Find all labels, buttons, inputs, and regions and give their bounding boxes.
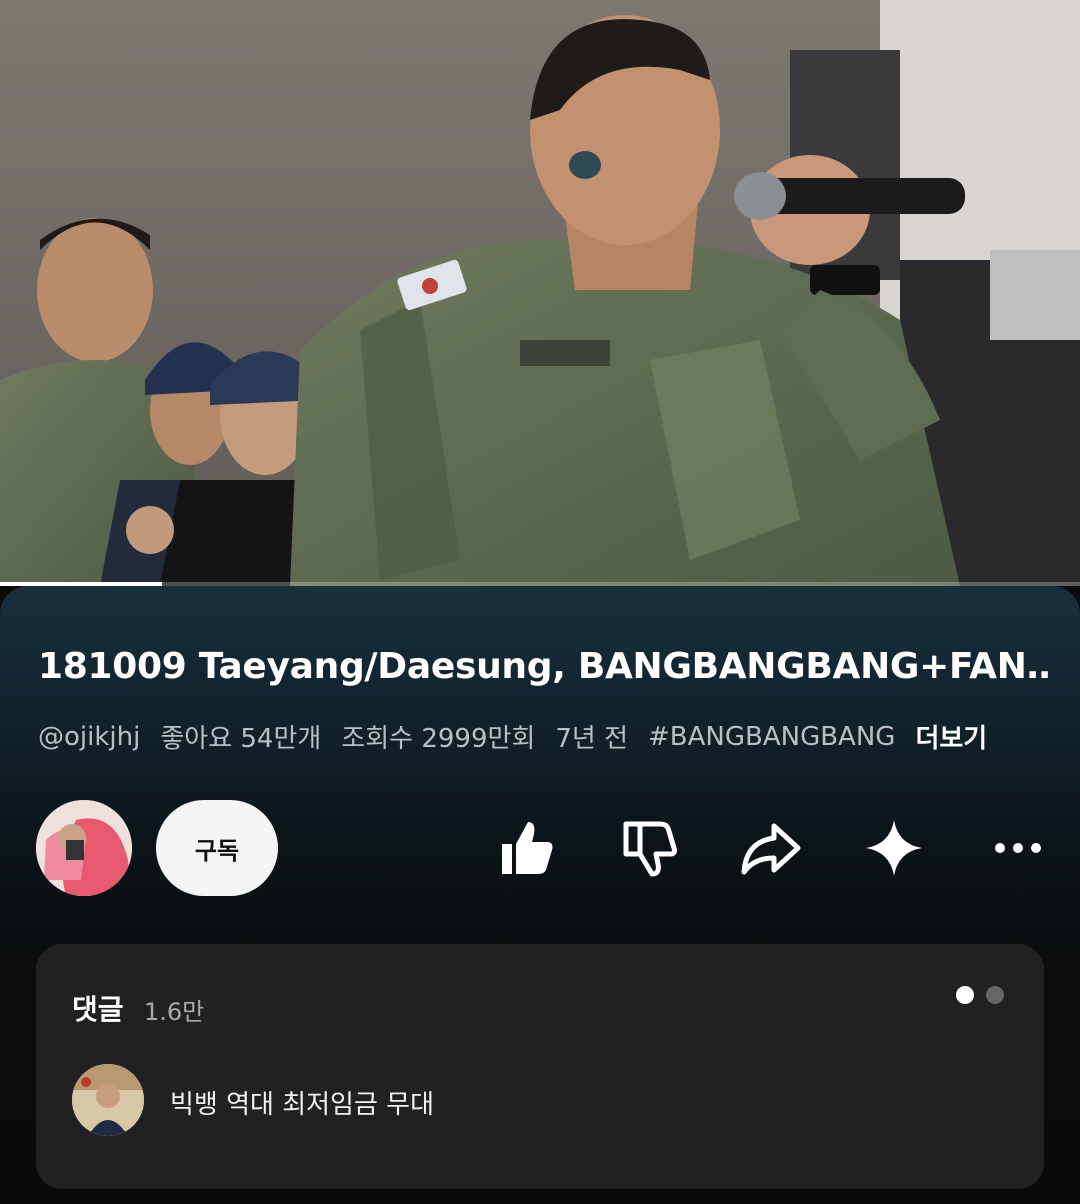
comments-count: 1.6만 <box>144 998 205 1026</box>
shorts-page: 181009 Taeyang/Daesung, BANGBANGBANG+FAN… <box>0 0 1080 1204</box>
thumbs-down-icon[interactable] <box>612 812 684 884</box>
like-count: 좋아요 54만개 <box>160 724 322 754</box>
page-dot-inactive <box>986 986 1004 1004</box>
channel-handle[interactable]: @ojikjhj <box>38 722 140 752</box>
action-bar: 구독 <box>36 800 1056 900</box>
comments-card[interactable]: 댓글 1.6만 빅뱅 역대 최저임금 무대 <box>36 944 1044 1189</box>
video-title[interactable]: 181009 Taeyang/Daesung, BANGBANGBANG+FAN… <box>38 646 1048 687</box>
channel-avatar[interactable] <box>36 800 132 896</box>
channel-avatar-image <box>36 800 132 896</box>
video-frame <box>0 0 1080 586</box>
comments-page-dots <box>956 986 1004 1004</box>
video-player[interactable] <box>0 0 1080 586</box>
hashtag-link[interactable]: #BANGBANGBANG <box>648 722 895 752</box>
thumbs-up-icon[interactable] <box>490 812 562 884</box>
top-comment-text: 빅뱅 역대 최저임금 무대 <box>170 1090 434 1120</box>
commenter-avatar-image <box>72 1064 144 1136</box>
comments-title: 댓글 <box>72 993 124 1026</box>
view-count: 조회수 2999만회 <box>341 724 536 754</box>
more-icon[interactable] <box>982 812 1054 884</box>
more-link[interactable]: 더보기 <box>915 718 987 755</box>
commenter-avatar[interactable] <box>72 1064 144 1136</box>
page-dot-active <box>956 986 974 1004</box>
sparkle-icon[interactable] <box>858 812 930 884</box>
upload-age: 7년 전 <box>555 724 628 754</box>
subscribe-button[interactable]: 구독 <box>156 800 278 896</box>
video-meta[interactable]: @ojikjhj 좋아요 54만개 조회수 2999만회 7년 전 #BANGB… <box>38 718 1048 755</box>
share-icon[interactable] <box>734 812 806 884</box>
